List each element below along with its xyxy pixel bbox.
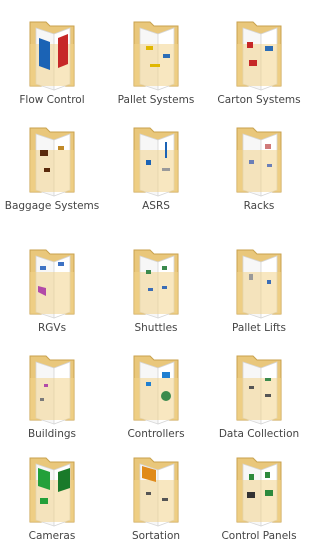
folder-control-panels[interactable]: Control Panels xyxy=(207,444,311,560)
folder-baggage-systems[interactable]: Baggage Systems xyxy=(0,114,104,230)
folder-label: Buildings xyxy=(27,428,77,440)
folder-sortation[interactable]: Sortation xyxy=(104,444,208,560)
folder-asrs[interactable]: ASRS xyxy=(104,114,208,230)
folder-icon xyxy=(236,249,282,319)
folder-icon xyxy=(133,355,179,425)
folder-carton-systems[interactable]: Carton Systems xyxy=(207,8,311,124)
folder-icon xyxy=(29,21,75,91)
folder-icon xyxy=(236,355,282,425)
folder-icon xyxy=(29,127,75,197)
folder-rgvs[interactable]: RGVs xyxy=(0,236,104,352)
folder-label: Controllers xyxy=(127,428,185,440)
folder-label: Flow Control xyxy=(19,94,85,106)
folder-label: Baggage Systems xyxy=(4,200,100,212)
folder-shuttles[interactable]: Shuttles xyxy=(104,236,208,352)
folder-buildings[interactable]: Buildings xyxy=(0,342,104,458)
folder-flow-control[interactable]: Flow Control xyxy=(0,8,104,124)
folder-label: Shuttles xyxy=(134,322,178,334)
folder-icon xyxy=(133,127,179,197)
folder-cameras[interactable]: Cameras xyxy=(0,444,104,560)
folder-racks[interactable]: Racks xyxy=(207,114,311,230)
folder-label: Pallet Lifts xyxy=(232,322,286,334)
folder-icon xyxy=(29,457,75,527)
folder-label: Racks xyxy=(243,200,275,212)
folder-icon xyxy=(236,127,282,197)
folder-controllers[interactable]: Controllers xyxy=(104,342,208,458)
folder-icon xyxy=(29,249,75,319)
folder-label: ASRS xyxy=(142,200,170,212)
folder-data-collection[interactable]: Data Collection xyxy=(207,342,311,458)
folder-icon xyxy=(236,457,282,527)
folder-label: Carton Systems xyxy=(217,94,301,106)
folder-icon xyxy=(133,457,179,527)
folder-icon xyxy=(133,21,179,91)
folder-icon xyxy=(236,21,282,91)
folder-label: Pallet Systems xyxy=(117,94,195,106)
folder-icon xyxy=(29,355,75,425)
folder-label: Data Collection xyxy=(218,428,300,440)
folder-grid: Flow Control Pallet Systems Carton Syste… xyxy=(0,0,311,542)
folder-label: Control Panels xyxy=(221,530,297,542)
folder-pallet-systems[interactable]: Pallet Systems xyxy=(104,8,208,124)
folder-pallet-lifts[interactable]: Pallet Lifts xyxy=(207,236,311,352)
folder-label: Cameras xyxy=(28,530,76,542)
folder-label: RGVs xyxy=(37,322,67,334)
folder-icon xyxy=(133,249,179,319)
folder-label: Sortation xyxy=(131,530,181,542)
